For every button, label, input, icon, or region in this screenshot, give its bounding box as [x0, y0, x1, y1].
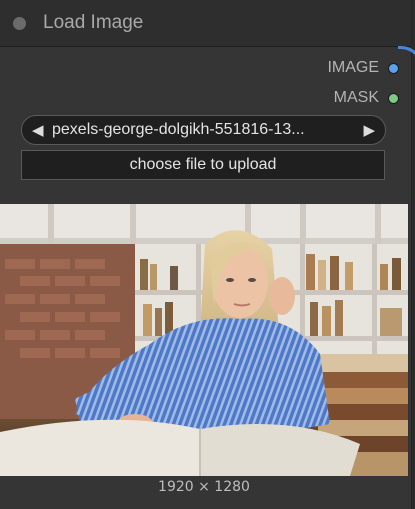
collapse-dot-icon[interactable]	[13, 17, 26, 30]
output-image[interactable]: IMAGE	[327, 58, 399, 78]
image-preview	[0, 204, 408, 476]
output-image-label: IMAGE	[327, 59, 379, 76]
node-title: Load Image	[43, 12, 144, 33]
output-mask[interactable]: MASK	[334, 88, 399, 108]
image-dimensions: 1920 × 1280	[158, 479, 250, 495]
triangle-left-icon[interactable]: ◀	[32, 121, 44, 139]
load-image-node[interactable]: Load Image IMAGE MASK ◀ pexels-george-do…	[0, 0, 412, 509]
image-select-value: pexels-george-dolgikh-551816-13...	[52, 121, 305, 138]
upload-button[interactable]: choose file to upload	[21, 150, 385, 180]
output-wire	[398, 46, 415, 95]
image-select-combo[interactable]: ◀ pexels-george-dolgikh-551816-13... ▶	[21, 115, 386, 145]
node-title-bar[interactable]: Load Image	[0, 0, 411, 47]
preview-image	[0, 204, 408, 476]
output-mask-label: MASK	[333, 89, 379, 106]
triangle-right-icon[interactable]: ▶	[363, 121, 375, 139]
